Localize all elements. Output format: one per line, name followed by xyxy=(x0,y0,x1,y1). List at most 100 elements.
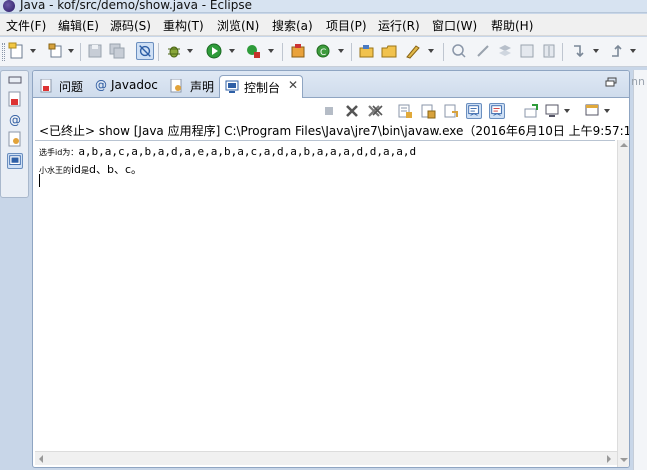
menu-help[interactable]: 帮助(H) xyxy=(491,17,533,34)
remove-all-terminated-icon[interactable] xyxy=(367,103,383,119)
tab-problems[interactable]: 问题 xyxy=(37,75,95,98)
run-dropdown-icon[interactable] xyxy=(229,49,235,53)
scroll-lock-icon[interactable] xyxy=(420,103,436,119)
prev-annotation-icon[interactable] xyxy=(608,42,626,60)
tab-javadoc[interactable]: @ Javadoc xyxy=(95,75,167,98)
tab-javadoc-label: Javadoc xyxy=(111,78,158,92)
annotation-icon[interactable] xyxy=(450,42,468,60)
console-output-line: 选手id为：a,b,a,c,a,b,a,d,a,e,a,b,a,c,a,d,a,… xyxy=(39,145,416,158)
main-toolbar: C xyxy=(0,37,647,67)
declaration-icon xyxy=(170,79,182,93)
prev-annotation-dropdown-icon[interactable] xyxy=(630,49,636,53)
close-icon[interactable]: ✕ xyxy=(288,78,298,92)
problems-view-icon[interactable] xyxy=(7,91,23,107)
console-process-status: <已终止> show [Java 应用程序] C:\Program Files\… xyxy=(39,124,630,138)
display-selected-console-icon[interactable] xyxy=(544,103,560,119)
scroll-right-icon[interactable] xyxy=(607,455,611,463)
new-package-icon[interactable] xyxy=(47,42,65,60)
terminate-icon[interactable] xyxy=(321,103,337,119)
search-dropdown-icon[interactable] xyxy=(428,49,434,53)
open-type-icon[interactable] xyxy=(358,42,376,60)
console-output-line: 小水王的id是d、b、c。 xyxy=(39,161,142,177)
external-tools-icon[interactable] xyxy=(244,42,262,60)
line1-values: a,b,a,c,a,b,a,d,a,e,a,b,a,c,a,d,a,b,a,a,… xyxy=(78,145,417,158)
save-icon[interactable] xyxy=(86,42,104,60)
at-icon: @ xyxy=(95,78,107,92)
menu-refactor[interactable]: 重构(T) xyxy=(163,17,204,34)
menu-run[interactable]: 运行(R) xyxy=(378,17,420,34)
menu-navigate[interactable]: 浏览(N) xyxy=(217,17,259,34)
search-icon[interactable] xyxy=(404,42,422,60)
clear-console-icon[interactable] xyxy=(397,103,413,119)
svg-text:@: @ xyxy=(9,113,21,127)
format-icon[interactable] xyxy=(496,42,514,60)
remove-launch-icon[interactable] xyxy=(344,103,360,119)
declaration-view-icon[interactable] xyxy=(7,131,23,147)
menu-source[interactable]: 源码(S) xyxy=(110,17,151,34)
menu-project[interactable]: 项目(P) xyxy=(326,17,367,34)
line2-mid: 是 xyxy=(81,166,90,175)
restore-dock-icon[interactable] xyxy=(7,75,23,85)
restore-view-icon[interactable] xyxy=(605,77,617,87)
scroll-up-icon[interactable] xyxy=(620,143,628,147)
scroll-left-icon[interactable] xyxy=(39,455,43,463)
vertical-scrollbar[interactable] xyxy=(617,140,629,467)
eclipse-app-icon xyxy=(3,0,15,12)
skip-breakpoints-icon[interactable] xyxy=(136,42,154,60)
new-class-dropdown-icon[interactable] xyxy=(338,49,344,53)
console-toolbar xyxy=(33,99,629,121)
show-on-stdout-icon[interactable] xyxy=(466,103,482,119)
menu-file[interactable]: 文件(F) xyxy=(6,17,46,34)
external-tools-dropdown-icon[interactable] xyxy=(268,49,274,53)
open-resource-icon[interactable] xyxy=(380,42,398,60)
debug-icon[interactable] xyxy=(165,42,183,60)
right-view-fragment: nn xyxy=(631,70,647,470)
svg-text:C: C xyxy=(320,48,326,58)
console-panel: 问题 @ Javadoc 声明 控制台 ✕ <已终止> show [Java 应… xyxy=(32,70,630,468)
new-icon[interactable] xyxy=(8,42,26,60)
line2-prefix: 小水王的 xyxy=(39,166,71,175)
display-console-dropdown-icon[interactable] xyxy=(564,109,570,113)
line1-prefix: 选手id为： xyxy=(39,148,79,157)
toggle-mark-icon[interactable] xyxy=(518,42,536,60)
next-annotation-icon[interactable] xyxy=(570,42,588,60)
menu-search[interactable]: 搜索(a) xyxy=(272,17,313,34)
javadoc-view-icon[interactable]: @ xyxy=(7,111,23,127)
right-fragment-text: nn xyxy=(631,75,645,88)
title-bar: Java - kof/src/demo/show.java - Eclipse xyxy=(0,0,647,13)
toolbar-grip[interactable] xyxy=(2,43,5,61)
left-view-dock: @ xyxy=(0,70,29,198)
tab-console-label: 控制台 xyxy=(244,81,281,95)
tab-declaration[interactable]: 声明 xyxy=(169,75,219,98)
console-tab-icon xyxy=(225,80,239,93)
pin-icon[interactable] xyxy=(474,42,492,60)
show-on-stderr-icon[interactable] xyxy=(489,103,505,119)
menu-edit[interactable]: 编辑(E) xyxy=(58,17,99,34)
console-view-icon[interactable] xyxy=(7,153,23,169)
new-java-project-icon[interactable] xyxy=(289,42,307,60)
line2-id: id xyxy=(71,163,82,176)
new-dropdown-icon[interactable] xyxy=(30,49,36,53)
save-all-icon[interactable] xyxy=(108,42,126,60)
new-class-icon[interactable]: C xyxy=(314,42,332,60)
next-annotation-dropdown-icon[interactable] xyxy=(593,49,599,53)
window-title: Java - kof/src/demo/show.java - Eclipse xyxy=(20,0,253,12)
tab-console[interactable]: 控制台 ✕ xyxy=(219,75,303,98)
horizontal-scrollbar[interactable] xyxy=(35,451,617,465)
run-icon[interactable] xyxy=(205,42,223,60)
pin-console-icon[interactable] xyxy=(523,103,539,119)
scroll-down-icon[interactable] xyxy=(620,458,628,462)
menu-window[interactable]: 窗口(W) xyxy=(432,17,477,34)
view-tab-bar: 问题 @ Javadoc 声明 控制台 ✕ xyxy=(33,71,629,98)
tab-problems-label: 问题 xyxy=(59,80,84,94)
problems-icon xyxy=(40,79,52,93)
new-package-dropdown-icon[interactable] xyxy=(68,49,74,53)
tab-declaration-label: 声明 xyxy=(190,80,215,94)
open-console-dropdown-icon[interactable] xyxy=(604,109,610,113)
show-whitespace-icon[interactable] xyxy=(540,42,558,60)
word-wrap-icon[interactable] xyxy=(443,103,459,119)
open-console-icon[interactable] xyxy=(584,103,600,119)
console-output[interactable]: 选手id为：a,b,a,c,a,b,a,d,a,e,a,b,a,c,a,d,a,… xyxy=(35,140,615,466)
debug-dropdown-icon[interactable] xyxy=(187,49,193,53)
menu-bar: 文件(F) 编辑(E) 源码(S) 重构(T) 浏览(N) 搜索(a) 项目(P… xyxy=(0,14,647,36)
